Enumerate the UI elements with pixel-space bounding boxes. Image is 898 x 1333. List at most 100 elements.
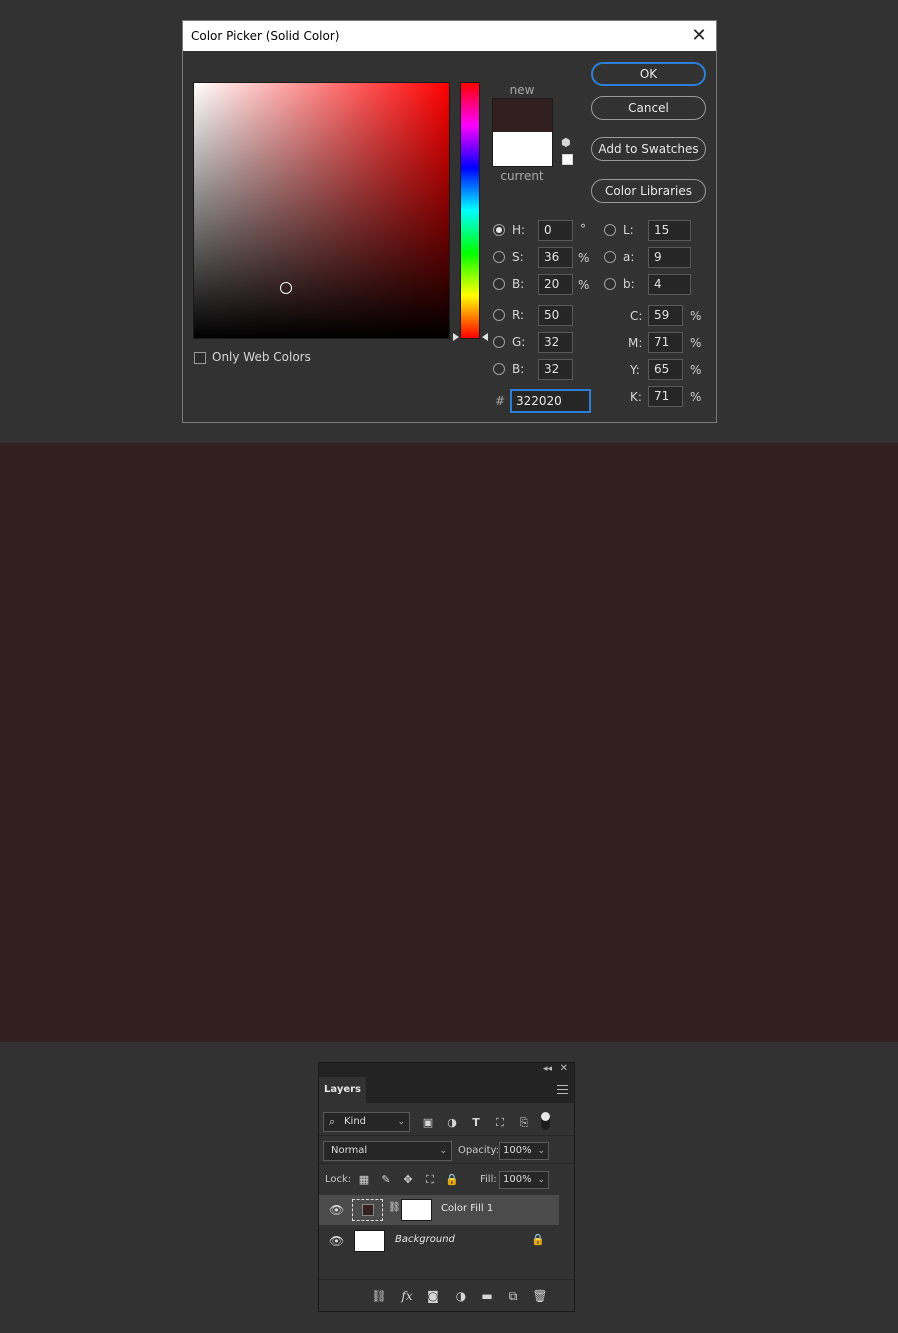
document-canvas[interactable] [0,443,898,1042]
layer-row-color-fill[interactable]: 👁 ⛓ Color Fill 1 [319,1195,559,1225]
black-input[interactable]: 71 [648,386,683,407]
radio-saturation[interactable] [493,251,505,263]
radio-lightness[interactable] [604,224,616,236]
cancel-button[interactable]: Cancel [591,96,706,120]
background-layer-thumbnail[interactable] [354,1230,385,1252]
lightness-label: L: [623,223,634,237]
new-layer-icon[interactable]: ⧉ [505,1288,521,1304]
b-label: b: [623,277,635,291]
link-chain-icon[interactable]: ⛓ [388,1202,401,1213]
panel-menu-icon[interactable] [557,1085,568,1094]
lightness-input[interactable]: 15 [648,220,691,241]
collapse-icon[interactable]: ◂◂ [543,1064,552,1074]
pixel-layer-filter-icon[interactable]: ▣ [421,1116,435,1130]
radio-brightness[interactable] [493,278,505,290]
add-to-swatches-button[interactable]: Add to Swatches [591,137,706,161]
yellow-label: Y: [630,363,640,377]
red-label: R: [512,308,525,322]
color-libraries-button[interactable]: Color Libraries [591,179,706,203]
only-web-colors-checkbox[interactable] [194,352,206,364]
tab-layers[interactable]: Layers [319,1077,366,1103]
fx-icon[interactable]: fx [399,1288,415,1304]
magenta-input[interactable]: 71 [648,332,683,353]
blend-mode-value: Normal [331,1145,368,1156]
brightness-input[interactable]: 20 [538,274,573,295]
blend-mode-select[interactable]: Normal ⌄ [323,1141,452,1161]
layer-mask-thumbnail[interactable] [401,1199,432,1221]
hue-slider-left-arrow-icon[interactable] [453,333,459,341]
fill-layer-thumbnail[interactable] [352,1199,383,1221]
magenta-label: M: [628,336,643,350]
hue-slider[interactable] [460,82,480,339]
color-field[interactable] [193,82,450,339]
link-layers-icon[interactable]: ⛓ [371,1288,387,1304]
layer-name[interactable]: Background [395,1234,455,1245]
smart-object-filter-icon[interactable]: ⎘ [517,1116,531,1130]
layer-row-background[interactable]: 👁 Background 🔒 [319,1226,559,1256]
radio-b[interactable] [604,278,616,290]
add-mask-icon[interactable]: ◙ [425,1288,441,1304]
magenta-unit: % [690,336,702,350]
layer-lock-icon: 🔒 [531,1233,545,1246]
lock-transparent-pixels-icon[interactable]: ▦ [357,1173,371,1187]
color-field-cursor[interactable] [280,282,292,294]
panel-tab-bar: Layers [319,1077,574,1103]
radio-blue[interactable] [493,363,505,375]
chevron-down-icon: ⌄ [537,1146,545,1156]
hex-input[interactable]: 322020 [510,389,591,413]
new-color-swatch [492,98,553,132]
radio-hue[interactable] [493,224,505,236]
dialog-title: Color Picker (Solid Color) [191,29,340,43]
saturation-input[interactable]: 36 [538,247,573,268]
red-input[interactable]: 50 [538,305,573,326]
radio-green[interactable] [493,336,505,348]
green-input[interactable]: 32 [538,332,573,353]
chevron-down-icon: ⌄ [537,1175,545,1185]
new-color-label: new [509,83,535,97]
b-input[interactable]: 4 [648,274,691,295]
lock-position-icon[interactable]: ✥ [401,1173,415,1187]
filter-kind-select[interactable]: ⌕ Kind ⌄ [323,1112,410,1132]
layers-panel-body: ⌕ Kind ⌄ ▣ ◑ T ⛶ ⎘ Normal ⌄ Opacity: 100… [319,1103,574,1311]
adjustment-layer-filter-icon[interactable]: ◑ [445,1116,459,1130]
lock-row: Lock: ▦ ✎ ✥ ⛶ 🔒 Fill: 100% ⌄ [319,1163,574,1193]
radio-red[interactable] [493,309,505,321]
visibility-eye-icon[interactable]: 👁 [329,1203,344,1217]
a-input[interactable]: 9 [648,247,691,268]
close-icon[interactable]: ✕ [688,25,710,47]
yellow-unit: % [690,363,702,377]
current-color-swatch[interactable] [492,132,553,167]
layer-name[interactable]: Color Fill 1 [441,1203,493,1214]
filter-toggle[interactable] [541,1112,550,1130]
yellow-input[interactable]: 65 [648,359,683,380]
lock-image-pixels-icon[interactable]: ✎ [379,1173,393,1187]
new-group-icon[interactable]: ▬ [479,1288,495,1304]
type-layer-filter-icon[interactable]: T [469,1116,483,1130]
shape-layer-filter-icon[interactable]: ⛶ [493,1116,507,1130]
black-unit: % [690,390,702,404]
fill-color-chip [362,1204,374,1216]
opacity-input[interactable]: 100% ⌄ [499,1142,549,1160]
blue-input[interactable]: 32 [538,359,573,380]
visibility-eye-icon[interactable]: 👁 [329,1234,344,1248]
ok-button[interactable]: OK [591,62,706,86]
fill-input[interactable]: 100% ⌄ [499,1171,549,1189]
gamut-cube-icon[interactable]: ⬢ [561,137,573,149]
current-color-label: current [500,169,544,183]
brightness-unit: % [578,278,590,292]
lock-artboard-icon[interactable]: ⛶ [423,1173,437,1187]
cyan-input[interactable]: 59 [648,305,683,326]
radio-a[interactable] [604,251,616,263]
web-safe-swatch-icon[interactable] [562,154,573,165]
brightness-label: B: [512,277,525,291]
lock-all-icon[interactable]: 🔒 [445,1173,459,1187]
only-web-colors-label: Only Web Colors [212,350,311,364]
new-adjustment-layer-icon[interactable]: ◑ [453,1288,469,1304]
opacity-value: 100% [503,1145,532,1156]
black-label: K: [630,390,642,404]
panel-close-icon[interactable]: ✕ [560,1063,568,1074]
hue-slider-right-arrow-icon[interactable] [482,333,488,341]
delete-layer-icon[interactable]: 🗑 [532,1288,548,1304]
fill-value: 100% [503,1174,532,1185]
hue-input[interactable]: 0 [538,220,573,241]
